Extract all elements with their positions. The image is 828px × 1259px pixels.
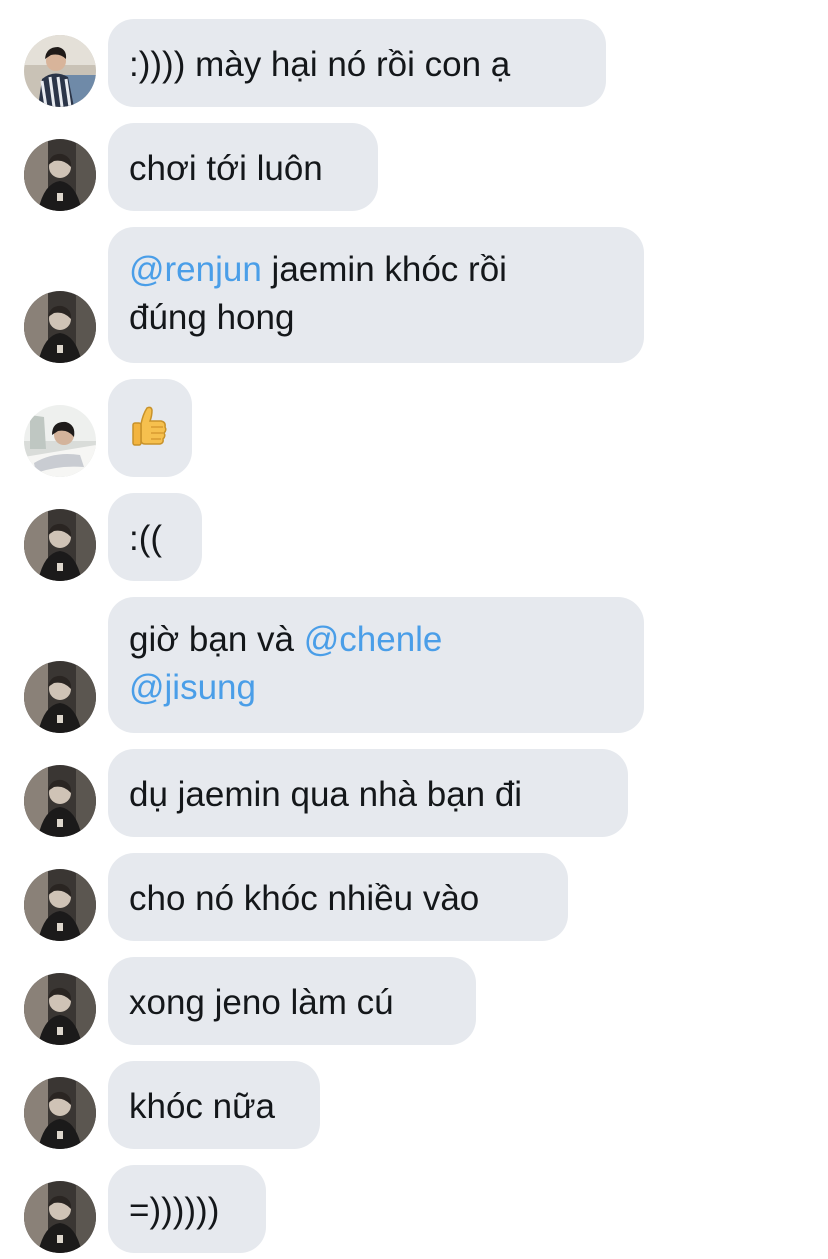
avatar-user-b[interactable]	[24, 661, 96, 733]
avatar-user-b[interactable]	[24, 509, 96, 581]
message-text: khóc nữa	[129, 1087, 276, 1126]
message-bubble[interactable]: :)))) mày hại nó rồi con ạ	[108, 19, 606, 107]
avatar-user-b[interactable]	[24, 1077, 96, 1149]
avatar-user-b[interactable]	[24, 291, 96, 363]
message-line: giờ bạn và @chenle	[129, 616, 622, 664]
mention-link[interactable]: @jisung	[129, 668, 256, 707]
message-bubble[interactable]: @renjun jaemin khóc rồi đúng hong	[108, 227, 644, 363]
message-text: chơi tới luôn	[129, 149, 323, 188]
message-bubble[interactable]: dụ jaemin qua nhà bạn đi	[108, 749, 628, 837]
avatar-user-b[interactable]	[24, 1181, 96, 1253]
message-bubble[interactable]: chơi tới luôn	[108, 123, 378, 211]
message-bubble[interactable]: khóc nữa	[108, 1061, 320, 1149]
message-line: đúng hong	[129, 294, 622, 342]
message-line: @jisung	[129, 664, 622, 712]
message-bubble[interactable]	[108, 379, 192, 477]
message-text: :((	[129, 519, 163, 558]
message-bubble[interactable]: cho nó khóc nhiều vào	[108, 853, 568, 941]
message-text: xong jeno làm cú	[129, 983, 394, 1022]
message-text: =))))))	[129, 1191, 220, 1230]
message-bubble[interactable]: giờ bạn và @chenle @jisung	[108, 597, 644, 733]
message-text: cho nó khóc nhiều vào	[129, 879, 480, 918]
message-text: đúng hong	[129, 298, 295, 337]
avatar-user-a[interactable]	[24, 35, 96, 107]
message-text: dụ jaemin qua nhà bạn đi	[129, 775, 523, 814]
message-text: :)))) mày hại nó rồi con ạ	[129, 45, 511, 84]
avatar-user-b[interactable]	[24, 139, 96, 211]
message-text: jaemin khóc rồi	[261, 250, 507, 289]
message-bubble[interactable]: =))))))	[108, 1165, 266, 1253]
thumbs-up-icon	[129, 404, 169, 448]
message-line: @renjun jaemin khóc rồi	[129, 246, 622, 294]
avatar-user-c[interactable]	[24, 405, 96, 477]
mention-link[interactable]: @renjun	[129, 250, 262, 289]
message-bubble[interactable]: xong jeno làm cú	[108, 957, 476, 1045]
avatar-user-b[interactable]	[24, 765, 96, 837]
mention-link[interactable]: @chenle	[304, 620, 443, 659]
message-text: giờ bạn và	[129, 620, 304, 659]
avatar-user-b[interactable]	[24, 973, 96, 1045]
message-bubble[interactable]: :((	[108, 493, 202, 581]
avatar-user-b[interactable]	[24, 869, 96, 941]
